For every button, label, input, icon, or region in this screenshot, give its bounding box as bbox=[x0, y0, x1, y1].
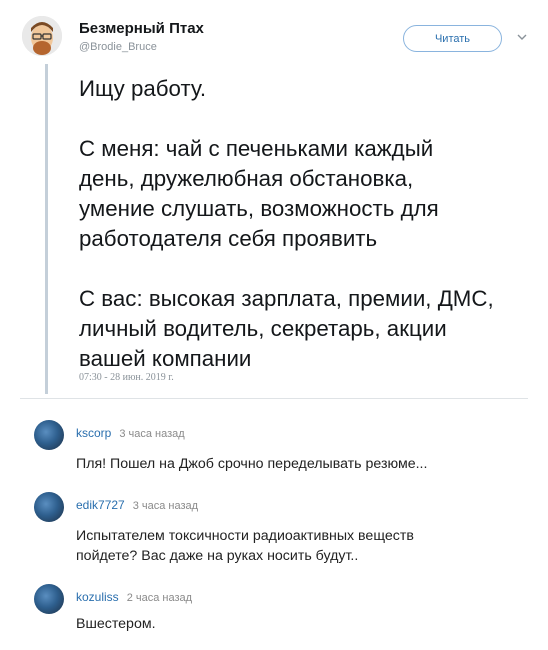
comment-username[interactable]: kozuliss bbox=[76, 590, 119, 604]
comment-line: Пля! Пошел на Джоб срочно переделывать р… bbox=[76, 456, 428, 472]
commenter-avatar[interactable] bbox=[34, 420, 64, 450]
comment-username[interactable]: edik7727 bbox=[76, 498, 125, 512]
tweet-line: Ищу работу. bbox=[79, 76, 207, 101]
comment-text: Вшестером. bbox=[76, 614, 526, 634]
comment-time: 3 часа назад bbox=[132, 500, 199, 512]
chevron-down-icon[interactable] bbox=[515, 30, 529, 44]
comment-time: 2 часа назад bbox=[126, 592, 193, 604]
comment-time: 3 часа назад bbox=[119, 428, 185, 440]
tweet-line: личный водитель, секретарь, акции bbox=[79, 316, 447, 341]
tweet-line: вашей компании bbox=[79, 346, 252, 371]
thread-line bbox=[45, 64, 48, 394]
user-avatar[interactable] bbox=[22, 16, 62, 56]
comment-line: Вшестером. bbox=[76, 616, 156, 632]
commenter-avatar[interactable] bbox=[34, 584, 64, 614]
comment-header: kscorp 3 часа назад bbox=[76, 426, 185, 440]
tweet-text: Ищу работу. С меня: чай с печеньками каж… bbox=[79, 74, 534, 374]
comment-header: kozuliss 2 часа назад bbox=[76, 590, 192, 604]
tweet-line: С вас: высокая зарплата, премии, ДМС, bbox=[79, 286, 494, 311]
comment-username[interactable]: kscorp bbox=[76, 426, 111, 440]
avatar-portrait-icon bbox=[22, 16, 62, 56]
tweet-line: день, дружелюбная обстановка, bbox=[79, 166, 414, 191]
tweet-line: работодателя себя проявить bbox=[79, 226, 378, 251]
comment-line: Испытателем токсичности радиоактивных ве… bbox=[76, 528, 414, 544]
commenter-avatar[interactable] bbox=[34, 492, 64, 522]
tweet-line: С меня: чай с печеньками каждый bbox=[79, 136, 434, 161]
comment-line: пойдете? Вас даже на руках носить будут.… bbox=[76, 548, 359, 564]
follow-button[interactable]: Читать bbox=[403, 25, 502, 52]
comment-text: Пля! Пошел на Джоб срочно переделывать р… bbox=[76, 454, 526, 474]
tweet-card: Безмерный Птах @Brodie_Bruce Читать Ищу … bbox=[0, 0, 548, 400]
tweet-timestamp[interactable]: 07:30 - 28 июн. 2019 г. bbox=[79, 372, 174, 383]
tweet-line: умение слушать, возможность для bbox=[79, 196, 439, 221]
divider bbox=[20, 398, 528, 399]
display-name[interactable]: Безмерный Птах bbox=[79, 20, 204, 37]
comment-header: edik7727 3 часа назад bbox=[76, 498, 198, 512]
user-handle[interactable]: @Brodie_Bruce bbox=[79, 41, 157, 53]
comment-text: Испытателем токсичности радиоактивных ве… bbox=[76, 526, 526, 566]
